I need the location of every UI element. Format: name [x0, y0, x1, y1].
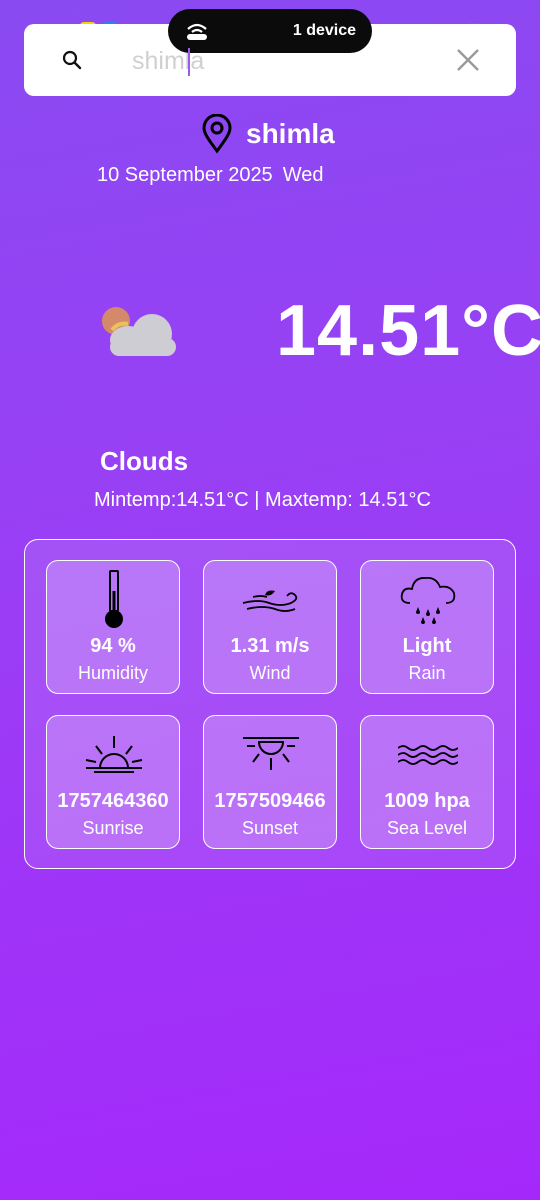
location-header: shimla	[200, 114, 335, 154]
humidity-tile: 94 % Humidity	[46, 560, 180, 694]
sunrise-value: 1757464360	[57, 790, 169, 812]
close-icon[interactable]	[455, 47, 481, 73]
rain-tile: Light Rain	[360, 560, 494, 694]
thermometer-icon	[105, 570, 123, 628]
connected-devices-pill[interactable]: 1 device	[168, 9, 372, 53]
sunset-value: 1757509466	[214, 790, 326, 812]
sunset-tile: 1757509466 Sunset	[203, 715, 337, 849]
city-name: shimla	[246, 118, 335, 149]
sunrise-label: Sunrise	[82, 818, 144, 838]
weekday-text: Wed	[282, 164, 324, 186]
hotspot-icon	[187, 23, 207, 40]
search-icon[interactable]	[62, 50, 82, 70]
current-temperature: 14.51°C	[276, 291, 540, 371]
weather-details-card: 94 % Humidity 1.31 m/s Wind Light Rain 1…	[24, 539, 516, 869]
date-text: 10 September 2025	[97, 164, 273, 186]
rain-label: Rain	[408, 663, 446, 683]
partly-cloudy-icon	[102, 307, 176, 356]
sea-level-label: Sea Level	[386, 818, 468, 838]
weather-condition: Clouds	[100, 446, 189, 476]
min-max-temperature: Mintemp:14.51°C | Maxtemp: 14.51°C	[94, 489, 431, 511]
device-count-label: 1 device	[292, 22, 356, 39]
sunset-label: Sunset	[241, 818, 299, 838]
wind-value: 1.31 m/s	[230, 635, 310, 657]
sea-level-tile: 1009 hpa Sea Level	[360, 715, 494, 849]
rain-value: Light	[402, 635, 452, 657]
wind-label: Wind	[249, 663, 291, 683]
sunrise-tile: 1757464360 Sunrise	[46, 715, 180, 849]
wind-tile: 1.31 m/s Wind	[203, 560, 337, 694]
humidity-label: Humidity	[77, 663, 148, 683]
text-cursor	[188, 48, 190, 76]
sunrise-icon	[85, 736, 143, 773]
rain-cloud-icon	[400, 577, 456, 624]
sunset-icon	[243, 737, 299, 770]
date-row: 10 September 2025 Wed	[97, 164, 323, 187]
humidity-value: 94 %	[90, 635, 136, 657]
wind-icon	[242, 590, 298, 612]
sea-level-value: 1009 hpa	[384, 790, 470, 812]
location-pin-icon	[202, 114, 232, 154]
waves-icon	[398, 745, 458, 765]
